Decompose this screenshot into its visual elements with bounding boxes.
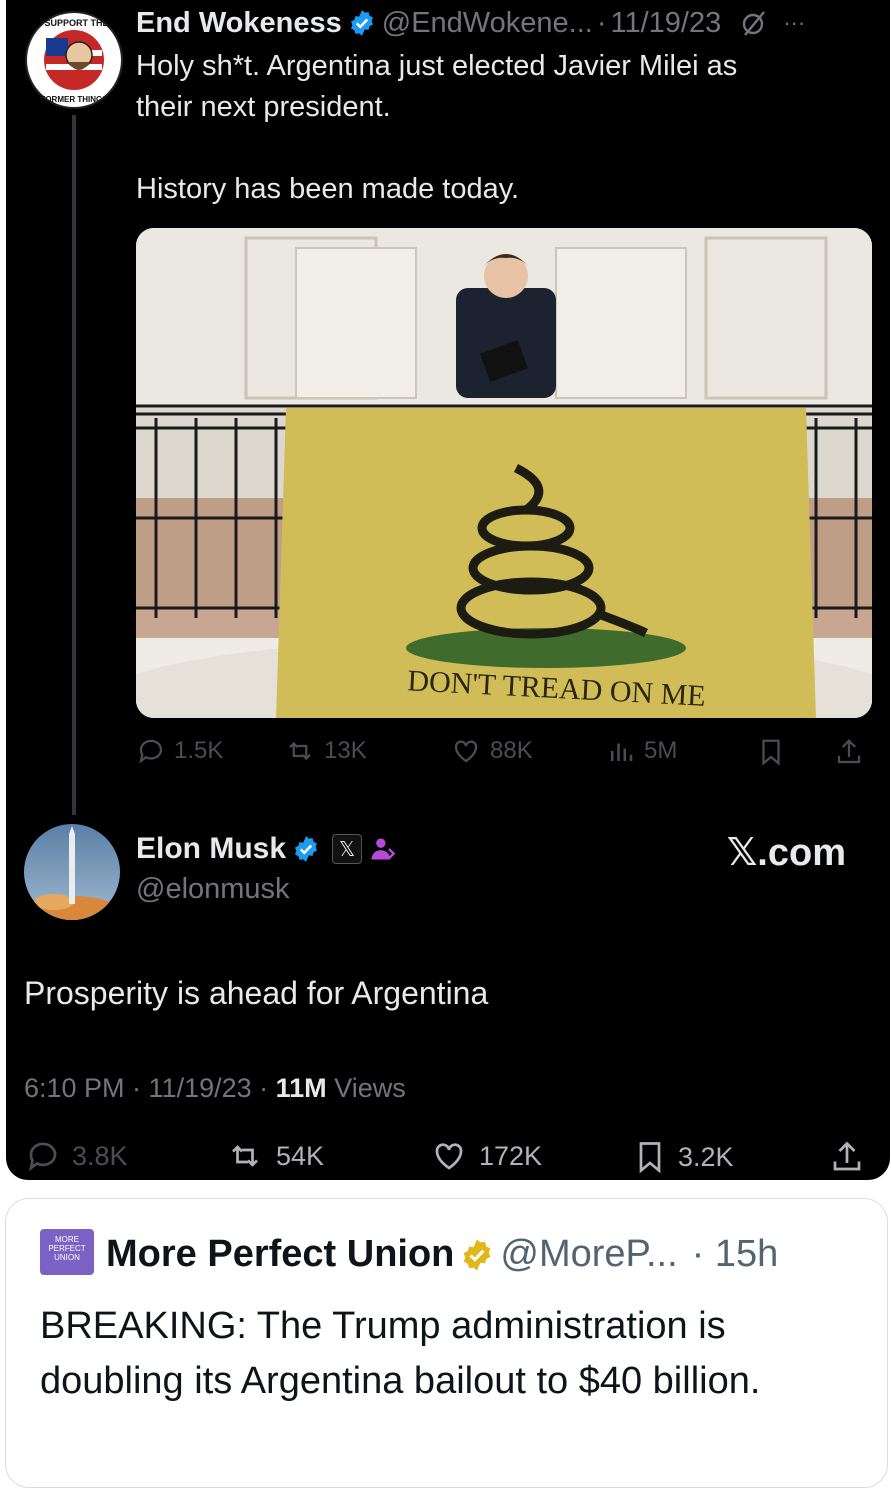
share-icon (833, 1141, 861, 1171)
repost-icon (289, 741, 311, 761)
tweet2-actions: 3.8K 54K 172K 3.2K (24, 1138, 874, 1182)
repost-button[interactable]: 54K (224, 1138, 324, 1174)
heart-icon (435, 1143, 463, 1170)
tweet1-header: End Wokeness @EndWokene... · 11/19/23 ··… (136, 6, 805, 40)
elon-musk-avatar[interactable] (24, 824, 120, 920)
tweet1-photo[interactable]: DON'T TREAD ON ME (136, 228, 872, 718)
tweet1-line1: Holy sh*t. Argentina just elected Javier… (136, 50, 738, 82)
reply-button[interactable]: 3.8K (24, 1138, 128, 1174)
x-affiliate-badge: 𝕏 (332, 834, 363, 864)
bookmark-button[interactable]: 3.2K (632, 1138, 734, 1176)
tweet3-time[interactable]: · 15h (692, 1233, 779, 1276)
share-button[interactable] (834, 736, 872, 768)
reply-count: 3.8K (72, 1140, 128, 1171)
tweet3-handle[interactable]: @MoreP... (500, 1233, 677, 1276)
thread-line (72, 115, 76, 815)
grok-slash-icon[interactable] (739, 8, 769, 38)
reply-count: 1.5K (174, 737, 224, 764)
repost-icon (232, 1145, 258, 1167)
tweet1-actions: 1.5K 13K 88K 5M (136, 736, 876, 776)
verified-badge-icon (295, 836, 317, 862)
tweet1-text: Holy sh*t. Argentina just elected Javier… (136, 46, 856, 210)
tweet1-line2: their next president. (136, 91, 391, 123)
repost-button[interactable]: 13K (284, 736, 367, 766)
tweet2-handle[interactable]: @elonmusk (136, 873, 290, 906)
bookmark-icon (639, 1142, 661, 1174)
tweet2-time[interactable]: 6:10 PM · 11/19/23 · (24, 1073, 276, 1103)
views-count: 5M (644, 737, 678, 764)
tweet1-handle[interactable]: @EndWokene... (382, 7, 593, 40)
tweet1-author-name[interactable]: End Wokeness (136, 7, 342, 40)
tweet1-line3: History has been made today. (136, 173, 520, 205)
verified-badge-icon (350, 10, 373, 36)
repost-count: 54K (276, 1140, 325, 1171)
separator-dot: · (596, 6, 607, 39)
avatar-top-text: I SUPPORT THE (39, 18, 108, 28)
like-button[interactable]: 88K (450, 736, 533, 766)
like-count: 88K (490, 737, 533, 764)
tweet2-views-count: 11M (275, 1073, 327, 1103)
tweet2-views-label: Views (326, 1073, 406, 1103)
gold-verified-badge-icon (464, 1238, 491, 1271)
reply-button[interactable]: 1.5K (136, 736, 223, 766)
tweet3-author-name[interactable]: More Perfect Union (106, 1233, 454, 1276)
repost-count: 13K (324, 737, 367, 764)
views-button[interactable]: 5M (606, 736, 677, 766)
tweet2-text: Prosperity is ahead for Argentina (24, 975, 489, 1011)
bookmark-icon (762, 739, 780, 766)
tweet3-text: BREAKING: The Trump administration is do… (40, 1305, 761, 1402)
reply-icon (139, 739, 163, 764)
reply-icon (28, 1142, 57, 1172)
more-options-icon[interactable]: ··· (783, 10, 805, 36)
heart-icon (454, 740, 478, 763)
bookmark-button[interactable] (756, 736, 794, 768)
tweet2-meta: 6:10 PM · 11/19/23 · 11M Views (24, 1073, 406, 1104)
views-bar-chart-icon (611, 743, 633, 761)
tweet3-header: More Perfect Union @MoreP... · 15h (106, 1233, 778, 1276)
tweet2-author-name[interactable]: Elon Musk (136, 832, 286, 866)
avatar-bottom-text: FORMER THINGS (40, 95, 108, 104)
like-button[interactable]: 172K (429, 1138, 542, 1174)
x-com-brand: 𝕏.com (726, 832, 846, 874)
more-perfect-union-card[interactable]: MORE PERFECT UNION More Perfect Union @M… (5, 1198, 888, 1488)
dark-screenshot: I SUPPORT THE FORMER THINGS End Wokeness… (6, 0, 890, 1180)
like-count: 172K (479, 1140, 543, 1171)
more-perfect-union-logo[interactable]: MORE PERFECT UNION (40, 1229, 94, 1275)
tweet1-date[interactable]: 11/19/23 (611, 7, 722, 40)
tweet2-author: Elon Musk 𝕏 (136, 832, 396, 866)
share-button[interactable] (829, 1138, 875, 1176)
person-badge-icon (371, 838, 396, 860)
end-wokeness-avatar[interactable]: I SUPPORT THE FORMER THINGS (24, 10, 124, 110)
share-icon (837, 739, 861, 764)
bookmark-count: 3.2K (678, 1141, 734, 1172)
